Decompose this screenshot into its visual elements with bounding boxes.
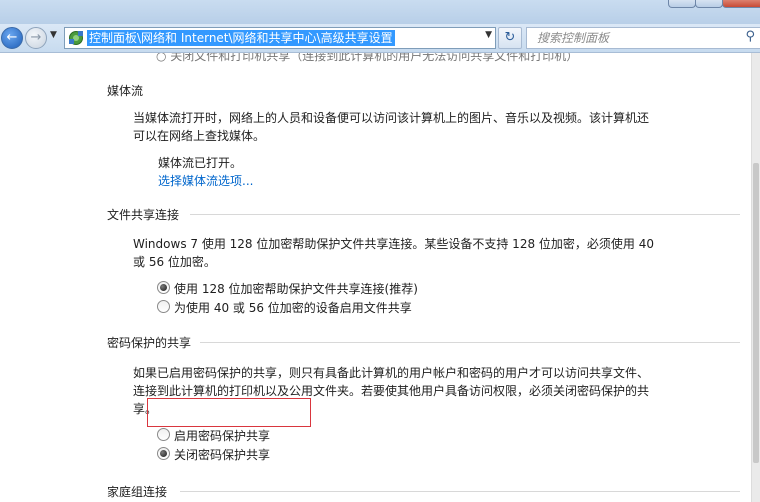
radio-password-on[interactable]: 启用密码保护共享 — [157, 427, 270, 445]
highlight-annotation-box — [147, 398, 311, 427]
radio-password-on-label: 启用密码保护共享 — [174, 429, 271, 443]
address-bar[interactable]: 控制面板\网络和 Internet\网络和共享中心\高级共享设置 ▼ — [64, 27, 496, 49]
forward-button[interactable]: → — [25, 27, 47, 49]
homegroup-divider — [180, 491, 740, 492]
radio-password-off-label: 关闭密码保护共享 — [174, 448, 271, 462]
homegroup-heading: 家庭组连接 — [107, 485, 168, 499]
media-streaming-heading: 媒体流 — [107, 84, 144, 98]
vertical-scrollbar[interactable] — [751, 53, 760, 502]
back-arrow-icon: ← — [6, 30, 18, 45]
search-box[interactable]: 搜索控制面板 ⚲ — [526, 27, 760, 49]
address-path[interactable]: 控制面板\网络和 Internet\网络和共享中心\高级共享设置 — [87, 30, 395, 46]
radio-40-56-bit-label: 为使用 40 或 56 位加密的设备启用文件共享 — [174, 301, 412, 315]
forward-arrow-icon: → — [30, 30, 42, 45]
minimize-button[interactable] — [668, 0, 696, 8]
radio-128-bit-label: 使用 128 位加密帮助保护文件共享连接(推荐) — [174, 282, 418, 296]
password-sharing-heading: 密码保护的共享 — [107, 336, 192, 350]
settings-content: ○ 关闭文件和打印机共享（连接到此计算机的用户无法访问共享文件和打印机） 媒体流… — [0, 53, 752, 502]
network-center-icon — [69, 31, 83, 45]
radio-password-off-indicator[interactable] — [157, 447, 170, 460]
back-button[interactable]: ← — [1, 27, 23, 49]
radio-40-56-bit-indicator[interactable] — [157, 300, 170, 313]
file-sharing-heading: 文件共享连接 — [107, 208, 180, 222]
file-sharing-divider — [190, 214, 740, 215]
address-dropdown-icon[interactable]: ▼ — [485, 30, 492, 40]
radio-password-on-indicator[interactable] — [157, 428, 170, 441]
navigation-bar: ← → ▼ 控制面板\网络和 Internet\网络和共享中心\高级共享设置 ▼… — [0, 24, 760, 53]
radio-128-bit-indicator[interactable] — [157, 281, 170, 294]
search-icon[interactable]: ⚲ — [745, 29, 755, 44]
search-placeholder: 搜索控制面板 — [537, 31, 610, 45]
scrollbar-thumb[interactable] — [753, 163, 759, 463]
cut-off-option: ○ 关闭文件和打印机共享（连接到此计算机的用户无法访问共享文件和打印机） — [156, 53, 579, 63]
close-button[interactable] — [722, 0, 760, 8]
radio-128-bit[interactable]: 使用 128 位加密帮助保护文件共享连接(推荐) — [157, 280, 418, 298]
radio-40-56-bit[interactable]: 为使用 40 或 56 位加密的设备启用文件共享 — [157, 299, 412, 317]
media-streaming-description: 当媒体流打开时，网络上的人员和设备便可以访问该计算机上的图片、音乐以及视频。该计… — [133, 111, 650, 143]
radio-password-off[interactable]: 关闭密码保护共享 — [157, 446, 270, 464]
maximize-button[interactable] — [695, 0, 723, 8]
media-streaming-status: 媒体流已打开。 — [158, 156, 243, 170]
title-bar — [0, 0, 760, 24]
media-streaming-options-link[interactable]: 选择媒体流选项... — [158, 172, 253, 189]
refresh-button[interactable]: ↻ — [498, 27, 522, 49]
file-sharing-description: Windows 7 使用 128 位加密帮助保护文件共享连接。某些设备不支持 1… — [133, 237, 654, 269]
password-sharing-divider — [200, 342, 740, 343]
refresh-icon: ↻ — [504, 30, 516, 45]
recent-pages-dropdown-icon[interactable]: ▼ — [50, 30, 57, 40]
